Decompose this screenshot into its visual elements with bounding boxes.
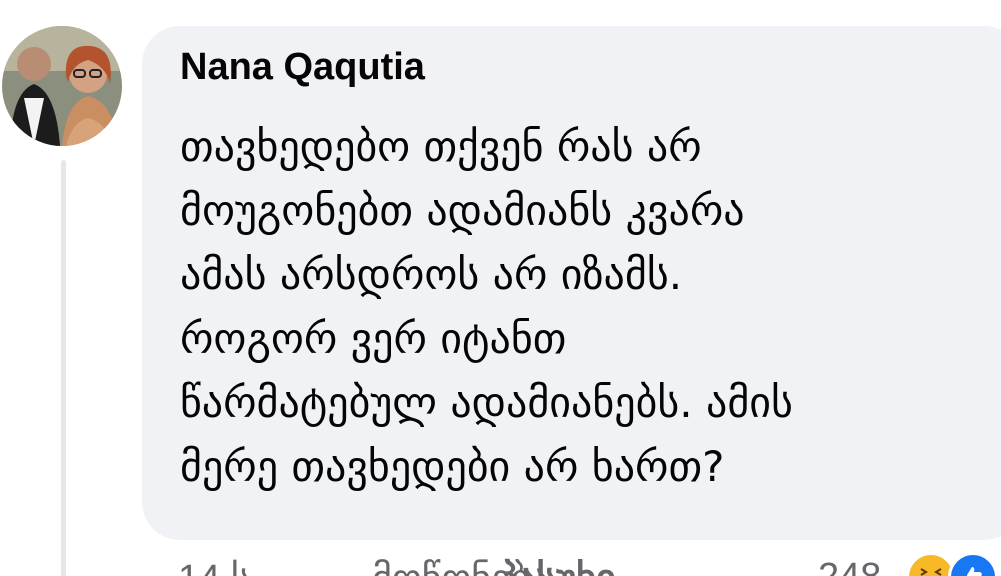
reply-thread-line: [61, 160, 66, 576]
comment-thread: Nana Qaqutia თავხედებო თქვენ რას არ მოუგ…: [0, 0, 1001, 576]
user-avatar[interactable]: [2, 26, 122, 146]
reply-button[interactable]: პასუხი: [498, 556, 616, 576]
comment-timestamp[interactable]: 14 ს: [178, 556, 251, 576]
like-reaction-icon[interactable]: [948, 552, 998, 576]
comment-text-line: თავხედებო თქვენ რას არ: [180, 122, 702, 171]
avatar-photo-icon: [2, 26, 122, 146]
comment-text-line: როგორ ვერ იტანთ: [180, 314, 567, 363]
comment-text-line: ამას არსდროს არ იზამს.: [180, 250, 683, 299]
comment-text: თავხედებო თქვენ რას არ მოუგონებთ ადამიან…: [180, 115, 980, 499]
reaction-count[interactable]: 248: [818, 556, 881, 576]
comment-text-line: მოუგონებთ ადამიანს კვარა: [180, 186, 745, 235]
thumbs-up-icon: [953, 557, 993, 576]
comment-text-line: წარმატებულ ადამიანებს. ამის: [180, 378, 793, 427]
comment-author-name[interactable]: Nana Qaqutia: [180, 46, 425, 89]
comment-text-line: მერე თავხედები არ ხართ?: [180, 442, 725, 491]
haha-face-icon: [911, 557, 951, 576]
